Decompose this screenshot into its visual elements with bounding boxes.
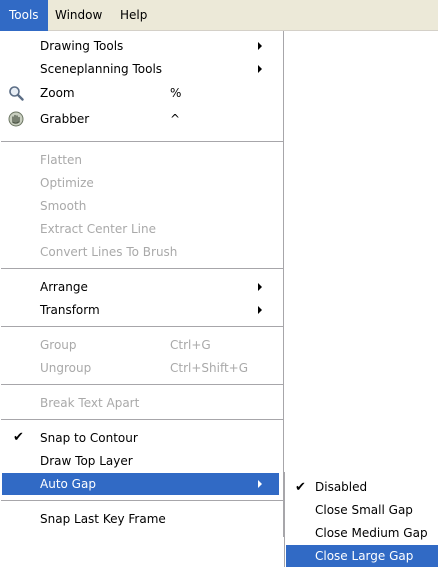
menu-bar: Tools Window Help bbox=[0, 0, 438, 31]
menu-item-label: Flatten bbox=[40, 153, 82, 167]
menu-item-auto-gap[interactable]: Auto Gap bbox=[2, 473, 279, 495]
menu-item-ungroup[interactable]: Ungroup Ctrl+Shift+G bbox=[0, 357, 282, 379]
menu-item-label: Snap Last Key Frame bbox=[40, 512, 166, 526]
menu-item-shortcut: % bbox=[170, 86, 182, 100]
menu-item-label: Smooth bbox=[40, 199, 87, 213]
menu-item-label: Break Text Apart bbox=[40, 396, 140, 410]
submenu-arrow-icon bbox=[258, 65, 262, 73]
menu-item-label: Drawing Tools bbox=[40, 39, 124, 53]
menu-item-label: Draw Top Layer bbox=[40, 454, 133, 468]
menubar-tools[interactable]: Tools bbox=[0, 0, 48, 31]
menu-separator bbox=[1, 500, 283, 501]
menu-item-snap-to-contour[interactable]: ✔ Snap to Contour bbox=[0, 427, 282, 449]
menu-item-label: Ungroup bbox=[40, 361, 92, 375]
tools-menu: Drawing Tools Sceneplanning Tools Zoom %… bbox=[0, 31, 284, 537]
submenu-item-label: Disabled bbox=[315, 480, 368, 494]
menu-item-shortcut: Ctrl+G bbox=[170, 338, 211, 352]
menu-separator bbox=[1, 419, 283, 420]
submenu-item-close-large-gap[interactable]: Close Large Gap bbox=[286, 545, 438, 567]
menubar-help[interactable]: Help bbox=[111, 0, 156, 31]
menu-item-zoom[interactable]: Zoom % bbox=[0, 82, 282, 104]
menu-item-draw-top-layer[interactable]: Draw Top Layer bbox=[0, 450, 282, 472]
menu-item-grabber[interactable]: Grabber ^ bbox=[0, 108, 282, 130]
menu-item-shortcut: Ctrl+Shift+G bbox=[170, 361, 249, 375]
checkmark-icon: ✔ bbox=[295, 480, 306, 495]
menu-item-transform[interactable]: Transform bbox=[0, 299, 282, 321]
menu-separator bbox=[1, 141, 283, 142]
menu-item-optimize[interactable]: Optimize bbox=[0, 172, 282, 194]
auto-gap-submenu: ✔ Disabled Close Small Gap Close Medium … bbox=[284, 472, 438, 567]
submenu-item-label: Close Small Gap bbox=[315, 503, 413, 517]
submenu-item-label: Close Large Gap bbox=[315, 549, 414, 563]
menu-item-convert-lines-to-brush[interactable]: Convert Lines To Brush bbox=[0, 241, 282, 263]
menu-item-snap-last-key-frame[interactable]: Snap Last Key Frame bbox=[0, 508, 282, 530]
menu-separator bbox=[1, 384, 283, 385]
menu-separator bbox=[1, 268, 283, 269]
submenu-item-disabled[interactable]: ✔ Disabled bbox=[285, 476, 438, 499]
submenu-arrow-icon bbox=[258, 306, 262, 314]
hand-icon bbox=[8, 111, 24, 127]
menu-item-flatten[interactable]: Flatten bbox=[0, 149, 282, 171]
checkmark-icon: ✔ bbox=[13, 430, 24, 445]
menu-item-label: Grabber bbox=[40, 112, 90, 126]
submenu-arrow-icon bbox=[258, 480, 262, 488]
menu-item-extract-center-line[interactable]: Extract Center Line bbox=[0, 218, 282, 240]
submenu-arrow-icon bbox=[258, 42, 262, 50]
menu-item-group[interactable]: Group Ctrl+G bbox=[0, 334, 282, 356]
menu-item-label: Snap to Contour bbox=[40, 431, 138, 445]
menu-item-label: Convert Lines To Brush bbox=[40, 245, 178, 259]
menu-item-label: Arrange bbox=[40, 280, 88, 294]
menu-separator bbox=[1, 326, 283, 327]
menu-item-label: Optimize bbox=[40, 176, 94, 190]
menu-item-drawing-tools[interactable]: Drawing Tools bbox=[0, 35, 282, 57]
menu-item-shortcut: ^ bbox=[170, 112, 181, 126]
menu-item-label: Group bbox=[40, 338, 77, 352]
menu-item-arrange[interactable]: Arrange bbox=[0, 276, 282, 298]
submenu-arrow-icon bbox=[258, 283, 262, 291]
menu-item-label: Zoom bbox=[40, 86, 75, 100]
menu-item-label: Transform bbox=[40, 303, 100, 317]
menu-item-label: Extract Center Line bbox=[40, 222, 157, 236]
submenu-item-label: Close Medium Gap bbox=[315, 526, 428, 540]
menu-item-label: Auto Gap bbox=[40, 477, 96, 491]
submenu-item-close-medium-gap[interactable]: Close Medium Gap bbox=[285, 522, 438, 545]
magnifier-icon bbox=[9, 86, 24, 101]
menu-item-label: Sceneplanning Tools bbox=[40, 62, 163, 76]
submenu-item-close-small-gap[interactable]: Close Small Gap bbox=[285, 499, 438, 522]
menubar-window[interactable]: Window bbox=[46, 0, 111, 31]
menu-item-smooth[interactable]: Smooth bbox=[0, 195, 282, 217]
menu-item-sceneplanning-tools[interactable]: Sceneplanning Tools bbox=[0, 58, 282, 80]
menu-item-break-text-apart[interactable]: Break Text Apart bbox=[0, 392, 282, 414]
